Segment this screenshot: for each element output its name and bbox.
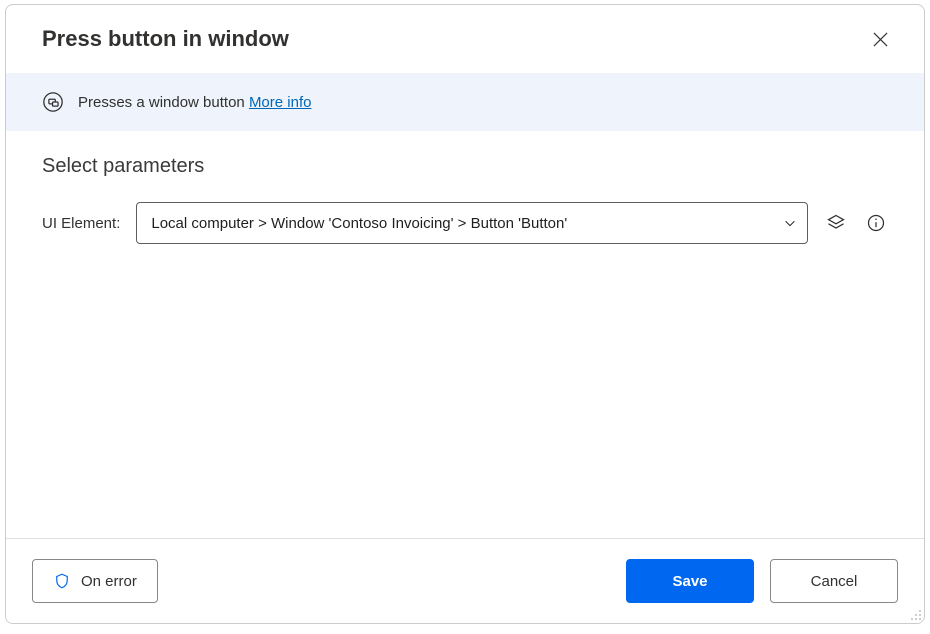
footer-actions: Save Cancel: [626, 559, 898, 603]
info-icon: [866, 213, 886, 233]
param-row-ui-element: UI Element: Local computer > Window 'Con…: [42, 202, 888, 244]
close-icon: [873, 32, 888, 47]
on-error-label: On error: [81, 573, 137, 590]
ui-element-label: UI Element:: [42, 215, 120, 232]
more-info-link[interactable]: More info: [249, 94, 312, 111]
info-bar: Presses a window button More info: [6, 73, 924, 131]
info-description: Presses a window button: [78, 94, 245, 111]
info-text: Presses a window button More info: [78, 94, 311, 111]
on-error-button[interactable]: On error: [32, 559, 158, 603]
action-icon: [42, 91, 64, 113]
layers-icon: [826, 213, 846, 233]
dialog-header: Press button in window: [6, 5, 924, 73]
cancel-button[interactable]: Cancel: [770, 559, 898, 603]
dialog-press-button-in-window: Press button in window Presses a window …: [5, 4, 925, 624]
save-button[interactable]: Save: [626, 559, 754, 603]
dialog-footer: On error Save Cancel: [6, 538, 924, 623]
shield-icon: [53, 572, 71, 590]
dialog-body: Select parameters UI Element: Local comp…: [6, 131, 924, 538]
chevron-down-icon: [783, 216, 797, 230]
parameter-info-button[interactable]: [864, 211, 888, 235]
ui-element-picker-button[interactable]: [824, 211, 848, 235]
resize-grip-icon[interactable]: [908, 607, 922, 621]
dialog-title: Press button in window: [42, 26, 289, 52]
ui-element-value: Local computer > Window 'Contoso Invoici…: [151, 215, 567, 232]
section-title: Select parameters: [42, 155, 888, 178]
ui-element-dropdown[interactable]: Local computer > Window 'Contoso Invoici…: [136, 202, 808, 244]
close-button[interactable]: [864, 23, 896, 55]
